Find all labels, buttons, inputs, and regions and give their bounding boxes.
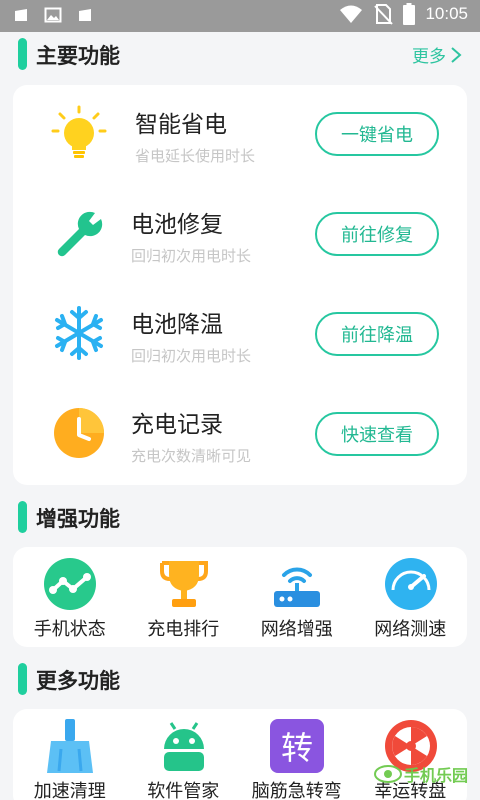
feature-row-battery-cool: 电池降温 回归初次用电时长 前往降温 [13,285,467,385]
router-icon [274,567,320,607]
grid-item-lucky-wheel[interactable]: 幸运转盘 [354,709,468,800]
wifi-icon [340,5,363,23]
watermark-icon [373,765,402,783]
grid-item-charge-rank[interactable]: 充电排行 [127,547,241,647]
grid-item-label: 加速清理 [33,781,106,800]
grid-item-label: 脑筋急转弯 [251,781,342,800]
feature-name: 电池修复 [131,212,223,238]
more-functions-card: 加速清理 软件管家 转 脑筋急转弯 幸运转盘 [13,709,467,800]
enhance-functions-card: 手机状态 充电排行 网络增强 网络测速 [13,547,467,647]
grid-item-label: 充电排行 [147,619,220,640]
feature-description: 充电次数清晰可见 [131,447,252,465]
clock-time: 10:05 [425,4,468,23]
feature-row-smart-save: 智能省电 省电延长使用时长 一键省电 [13,85,467,185]
main-functions-card: 智能省电 省电延长使用时长 一键省电 电池修复 回归初次用电时长 前往修复 电池 [13,85,467,485]
wrench-icon [57,211,103,257]
quick-view-button[interactable]: 快速查看 [315,412,439,456]
more-link[interactable]: 更多 [412,42,462,67]
feature-description: 回归初次用电时长 [131,247,252,265]
status-bar: 10:05 [0,0,480,32]
chevron-right-icon [451,46,462,63]
section-accent-bar [18,501,27,533]
feature-name: 电池降温 [131,312,223,338]
go-repair-button[interactable]: 前往修复 [315,212,439,256]
trophy-icon [159,561,208,607]
image-notification-icon [44,7,62,23]
grid-item-speed-clean[interactable]: 加速清理 [13,709,127,800]
zhuan-text-icon: 转 [270,719,324,773]
lightbulb-icon [51,105,107,158]
grid-item-label: 网络增强 [260,619,333,640]
feature-description: 回归初次用电时长 [131,347,252,365]
grid-item-speed-test[interactable]: 网络测速 [354,547,468,647]
grid-item-label: 网络测速 [374,619,447,640]
grid-item-label: 软件管家 [147,781,220,800]
snowflake-icon [55,306,103,360]
more-section-header: 更多功能 [0,661,480,697]
go-cool-button[interactable]: 前往降温 [315,312,439,356]
enhance-section-header: 增强功能 [0,499,480,535]
section-accent-bar [18,663,27,695]
broom-icon [47,719,93,773]
status-bar-notifications [12,6,94,24]
more-section-title: 更多功能 [36,669,120,693]
battery-icon [403,3,416,25]
feature-row-battery-repair: 电池修复 回归初次用电时长 前往修复 [13,185,467,285]
android-notification-icon [15,9,27,21]
feature-name: 智能省电 [135,112,227,138]
grid-item-app-manager[interactable]: 软件管家 [127,709,241,800]
zhuan-glyph: 转 [280,729,313,767]
enhance-section-title: 增强功能 [36,507,120,531]
watermark-text: 手机乐园 [403,766,468,785]
grid-item-network-boost[interactable]: 网络增强 [240,547,354,647]
no-sim-icon [374,4,394,25]
feature-row-charge-record: 充电记录 充电次数清晰可见 快速查看 [13,385,467,485]
speedometer-icon [384,558,437,610]
feature-name: 充电记录 [131,412,223,438]
feature-description: 省电延长使用时长 [135,147,256,165]
one-click-save-button[interactable]: 一键省电 [315,112,439,156]
phone-status-icon [44,558,96,610]
main-section-title: 主要功能 [36,44,120,68]
main-section-header: 主要功能 更多 [0,36,480,72]
section-accent-bar [18,38,27,70]
grid-item-label: 手机状态 [33,619,106,640]
android-robot-icon [163,722,204,771]
grid-item-brain-teaser[interactable]: 转 脑筋急转弯 [240,709,354,800]
clock-icon [54,408,104,458]
android-notification-icon [79,9,91,21]
watermark-logo: 手机乐园 [373,762,468,786]
more-link-label: 更多 [412,47,446,67]
grid-item-phone-status[interactable]: 手机状态 [13,547,127,647]
